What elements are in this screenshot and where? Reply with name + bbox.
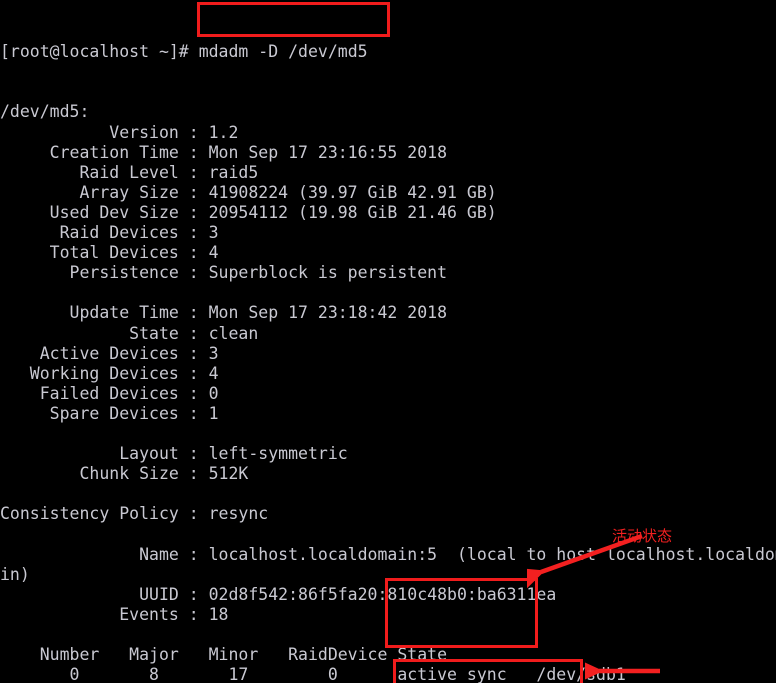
terminal-line: Failed Devices : 0	[0, 383, 219, 403]
command-text: mdadm -D /dev/md5	[198, 42, 368, 62]
terminal-body: /dev/md5: Version : 1.2 Creation Time : …	[0, 102, 776, 683]
terminal-output[interactable]: [root@localhost ~]# mdadm -D /dev/md5 /d…	[0, 0, 776, 683]
terminal-line: 0 8 17 0 active sync /dev/sdb1	[0, 665, 626, 683]
terminal-line: Total Devices : 4	[0, 243, 219, 263]
terminal-line: Working Devices : 4	[0, 363, 219, 383]
terminal-line: State : clean	[0, 323, 259, 343]
terminal-line: Consistency Policy : resync	[0, 504, 269, 524]
terminal-line: Array Size : 41908224 (39.97 GiB 42.91 G…	[0, 182, 497, 202]
terminal-line: Raid Devices : 3	[0, 223, 219, 243]
terminal-line: Name : localhost.localdomain:5 (local to…	[0, 544, 776, 564]
terminal-line: UUID : 02d8f542:86f5fa20:810c48b0:ba6311…	[0, 584, 557, 604]
terminal-line: in)	[0, 564, 30, 584]
terminal-line: Layout : left-symmetric	[0, 444, 348, 464]
terminal-line: Events : 18	[0, 604, 229, 624]
terminal-prompt-line: [root@localhost ~]# mdadm -D /dev/md5	[0, 42, 776, 62]
terminal-line: Persistence : Superblock is persistent	[0, 263, 448, 283]
active-state-annotation-label: 活动状态	[612, 527, 673, 545]
terminal-line: Active Devices : 3	[0, 343, 219, 363]
terminal-line: Creation Time : Mon Sep 17 23:16:55 2018	[0, 142, 448, 162]
terminal-line: Version : 1.2	[0, 122, 239, 142]
terminal-line: Update Time : Mon Sep 17 23:18:42 2018	[0, 303, 448, 323]
terminal-line: Spare Devices : 1	[0, 403, 219, 423]
terminal-line: Used Dev Size : 20954112 (19.98 GiB 21.4…	[0, 202, 497, 222]
terminal-line: Chunk Size : 512K	[0, 464, 249, 484]
terminal-line: Number Major Minor RaidDevice State	[0, 645, 448, 664]
terminal-line: /dev/md5:	[0, 102, 90, 122]
shell-prompt: [root@localhost ~]#	[0, 42, 199, 62]
terminal-screenshot: [root@localhost ~]# mdadm -D /dev/md5 /d…	[0, 0, 776, 683]
terminal-line: Raid Level : raid5	[0, 162, 259, 182]
